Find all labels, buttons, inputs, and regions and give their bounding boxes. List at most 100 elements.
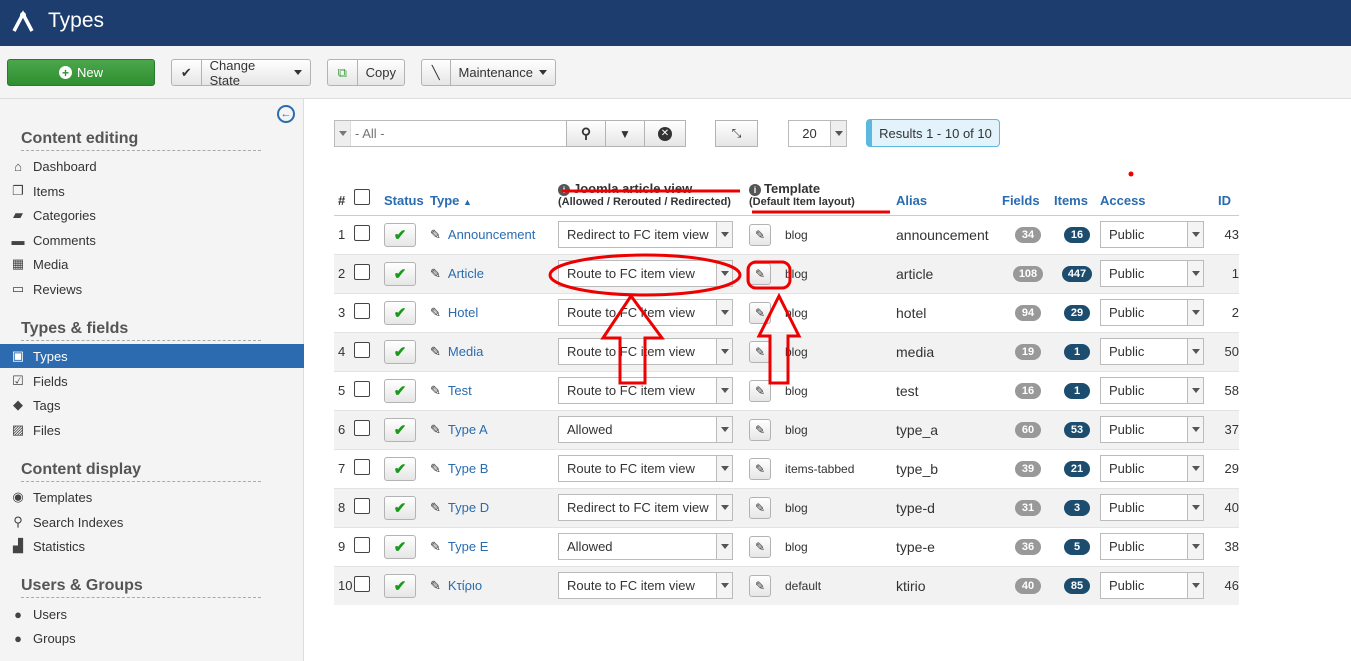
type-link[interactable]: Article: [448, 266, 484, 281]
search-scope-dropdown[interactable]: [335, 121, 351, 146]
edit-icon[interactable]: ✎: [430, 500, 441, 516]
items-count-badge[interactable]: 3: [1064, 500, 1090, 516]
access-select[interactable]: Public: [1100, 494, 1204, 521]
fields-count-badge[interactable]: 34: [1015, 227, 1041, 243]
compress-button[interactable]: ⤡: [715, 120, 758, 147]
edit-icon[interactable]: ✎: [430, 539, 441, 555]
new-button[interactable]: + New: [7, 59, 155, 86]
sidebar-item-search-indexes[interactable]: ⚲ Search Indexes: [0, 510, 304, 534]
row-checkbox[interactable]: [354, 459, 370, 475]
col-alias[interactable]: Alias: [896, 166, 1002, 216]
type-link[interactable]: Test: [448, 383, 472, 398]
row-checkbox[interactable]: [354, 381, 370, 397]
items-count-badge[interactable]: 21: [1064, 461, 1090, 477]
type-link[interactable]: Announcement: [448, 227, 535, 242]
access-select[interactable]: Public: [1100, 221, 1204, 248]
publish-toggle-button[interactable]: ✔: [384, 222, 416, 247]
publish-toggle-button[interactable]: ✔: [384, 378, 416, 403]
edit-icon[interactable]: ✎: [430, 344, 441, 360]
fields-count-badge[interactable]: 108: [1012, 266, 1044, 282]
sidebar-item-media[interactable]: ▦ Media: [0, 252, 304, 276]
edit-icon[interactable]: ✎: [430, 461, 441, 477]
edit-icon[interactable]: ✎: [430, 305, 441, 321]
edit-template-button[interactable]: ✎: [749, 223, 771, 246]
article-view-select[interactable]: Route to FC item view: [558, 455, 733, 482]
row-checkbox[interactable]: [354, 264, 370, 280]
check-all-checkbox[interactable]: [354, 188, 370, 205]
row-checkbox[interactable]: [354, 303, 370, 319]
row-checkbox[interactable]: [354, 420, 370, 436]
sidebar-item-comments[interactable]: ▬ Comments: [0, 228, 304, 252]
access-select[interactable]: Public: [1100, 572, 1204, 600]
article-view-select[interactable]: Route to FC item view: [558, 338, 733, 365]
type-link[interactable]: Κτίριο: [448, 578, 482, 593]
type-link[interactable]: Type B: [448, 461, 488, 476]
filter-button[interactable]: ▼: [605, 120, 645, 147]
article-view-select[interactable]: Allowed: [558, 416, 733, 443]
sidebar-item-statistics[interactable]: ▟ Statistics: [0, 534, 304, 558]
edit-icon[interactable]: ✎: [430, 227, 441, 243]
publish-toggle-button[interactable]: ✔: [384, 261, 416, 286]
fields-count-badge[interactable]: 40: [1015, 578, 1041, 595]
col-access[interactable]: Access: [1100, 166, 1218, 216]
fields-count-badge[interactable]: 60: [1015, 422, 1041, 438]
publish-toggle-button[interactable]: ✔: [384, 300, 416, 325]
article-view-select[interactable]: Redirect to FC item view: [558, 494, 733, 521]
edit-icon[interactable]: ✎: [430, 266, 441, 282]
sidebar-item-reviews[interactable]: ▭ Reviews: [0, 277, 304, 301]
publish-toggle-button[interactable]: ✔: [384, 573, 416, 598]
article-view-select[interactable]: Route to FC item view: [558, 299, 733, 326]
change-state-button[interactable]: ✔ Change State: [171, 58, 311, 88]
publish-toggle-button[interactable]: ✔: [384, 495, 416, 520]
list-limit-select[interactable]: 20: [788, 120, 847, 147]
row-checkbox[interactable]: [354, 537, 370, 553]
items-count-badge[interactable]: 53: [1064, 422, 1090, 438]
article-view-select[interactable]: Redirect to FC item view: [558, 221, 733, 248]
maintenance-button[interactable]: ╲ Maintenance: [421, 59, 556, 86]
edit-template-button[interactable]: ✎: [749, 340, 771, 363]
sidebar-item-categories[interactable]: ▰ Categories: [0, 203, 304, 227]
edit-template-button[interactable]: ✎: [749, 574, 771, 597]
publish-toggle-button[interactable]: ✔: [384, 417, 416, 442]
publish-toggle-button[interactable]: ✔: [384, 456, 416, 481]
article-view-select[interactable]: Route to FC item view: [558, 572, 733, 600]
edit-template-button[interactable]: ✎: [749, 262, 771, 285]
sidebar-item-dashboard[interactable]: ⌂ Dashboard: [0, 154, 304, 178]
fields-count-badge[interactable]: 94: [1015, 305, 1041, 321]
access-select[interactable]: Public: [1100, 260, 1204, 287]
access-select[interactable]: Public: [1100, 299, 1204, 326]
publish-toggle-button[interactable]: ✔: [384, 534, 416, 559]
sidebar-item-tags[interactable]: ◆ Tags: [0, 393, 304, 417]
access-select[interactable]: Public: [1100, 533, 1204, 560]
row-checkbox[interactable]: [354, 498, 370, 514]
items-count-badge[interactable]: 1: [1064, 344, 1090, 360]
sidebar-item-fields[interactable]: ☑ Fields: [0, 369, 304, 393]
col-id[interactable]: ID: [1218, 166, 1239, 216]
search-field[interactable]: [334, 120, 568, 147]
col-type[interactable]: Type ▲: [430, 166, 558, 216]
sidebar-item-groups[interactable]: ● Groups: [0, 626, 304, 650]
search-button[interactable]: ⚲: [566, 120, 606, 147]
search-input[interactable]: [351, 126, 551, 141]
article-view-select[interactable]: Route to FC item view: [558, 377, 733, 404]
items-count-badge[interactable]: 1: [1064, 383, 1090, 399]
publish-toggle-button[interactable]: ✔: [384, 339, 416, 364]
fields-count-badge[interactable]: 19: [1015, 344, 1041, 360]
sidebar-item-types[interactable]: ▣ Types: [0, 344, 304, 368]
fields-count-badge[interactable]: 36: [1015, 539, 1041, 555]
collapse-sidebar-icon[interactable]: ←: [277, 105, 295, 123]
row-checkbox[interactable]: [354, 225, 370, 241]
type-link[interactable]: Type A: [448, 422, 488, 437]
edit-template-button[interactable]: ✎: [749, 457, 771, 480]
article-view-select[interactable]: Route to FC item view: [558, 260, 733, 287]
sidebar-item-items[interactable]: ❐ Items: [0, 179, 304, 203]
sidebar-item-users[interactable]: ● Users: [0, 602, 304, 626]
col-status[interactable]: Status: [384, 166, 430, 216]
row-checkbox[interactable]: [354, 342, 370, 358]
col-items[interactable]: Items: [1054, 166, 1100, 216]
sidebar-item-files[interactable]: ▨ Files: [0, 418, 304, 442]
col-fields[interactable]: Fields: [1002, 166, 1054, 216]
sidebar-item-templates[interactable]: ◉ Templates: [0, 485, 304, 509]
access-select[interactable]: Public: [1100, 416, 1204, 443]
edit-icon[interactable]: ✎: [430, 578, 441, 594]
